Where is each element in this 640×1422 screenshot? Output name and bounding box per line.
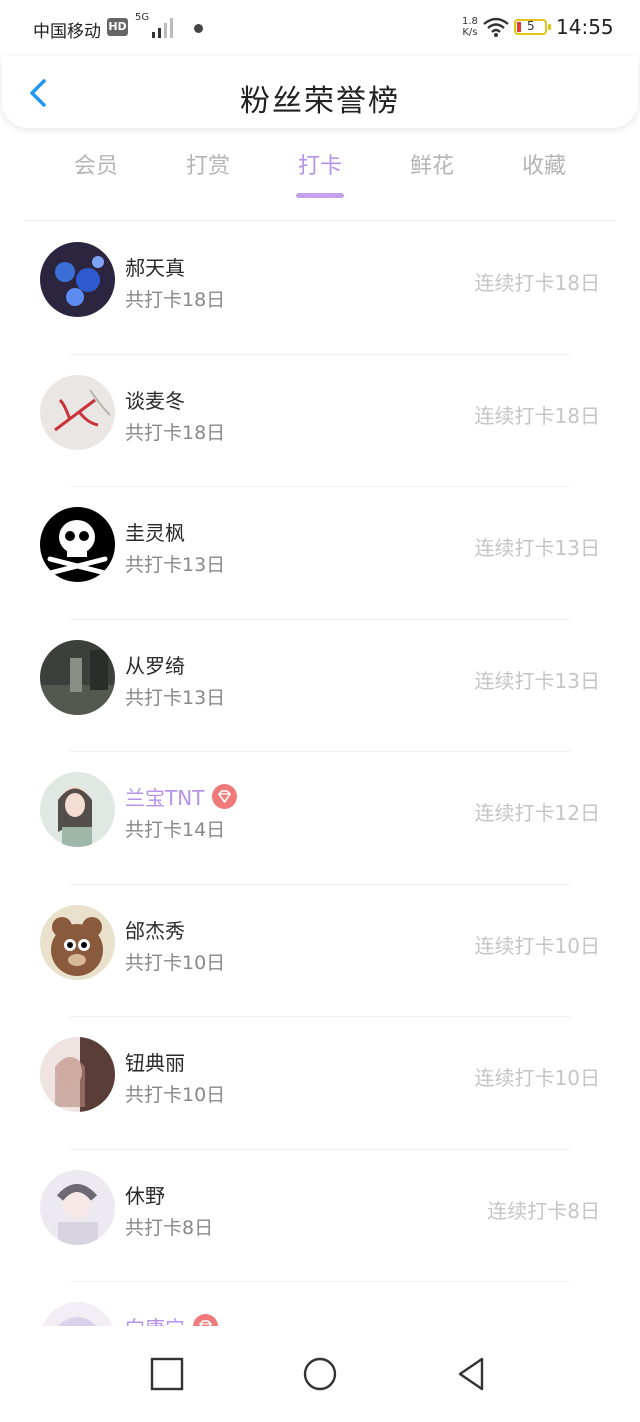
fan-name-text: 兰宝TNT: [125, 786, 205, 810]
streak-checkins: 连续打卡13日: [474, 668, 600, 693]
fan-name: 从罗绮: [125, 650, 185, 679]
fan-name: 休野: [125, 1180, 165, 1209]
list-item[interactable]: 谈麦冬共打卡18日 连续打卡18日: [0, 355, 640, 487]
streak-checkins: 连续打卡13日: [474, 536, 600, 560]
carrier-label: 中国移动: [33, 22, 101, 42]
streak-checkins: 连续打卡18日: [474, 271, 600, 295]
network-type: 5G: [135, 12, 150, 23]
tab-3[interactable]: 鲜花: [376, 146, 488, 206]
battery-icon: 5: [514, 19, 551, 35]
list-item[interactable]: 向康宁: [0, 1282, 640, 1326]
wifi-icon: [483, 17, 509, 37]
avatar[interactable]: [40, 1169, 115, 1245]
battery-level: 5: [527, 19, 535, 33]
avatar[interactable]: [40, 507, 115, 582]
list-item[interactable]: 兰宝TNT 共打卡14日 连续打卡12日: [0, 752, 640, 885]
fan-name-text: 郝天真: [125, 256, 185, 280]
tab-label: 收藏: [521, 154, 566, 179]
total-checkins: 共打卡14日: [125, 819, 226, 841]
streak-checkins: 连续打卡10日: [474, 933, 600, 958]
tab-divider: [24, 220, 616, 221]
fan-name-text: 休野: [125, 1183, 165, 1208]
avatar[interactable]: [40, 639, 115, 715]
fan-name: 圭灵枫: [125, 517, 185, 546]
tab-label: 打卡: [297, 154, 342, 179]
fan-name-text: 钮典丽: [125, 1051, 185, 1075]
diamond-badge-icon: [193, 1314, 218, 1326]
circle-icon[interactable]: [300, 1354, 340, 1394]
tab-label: 鲜花: [409, 154, 454, 179]
speed-value: 1.8: [462, 16, 478, 27]
tab-2[interactable]: 打卡: [264, 146, 376, 206]
fan-name-text: 向康宁: [125, 1316, 185, 1326]
fan-name-text: 谈麦冬: [125, 388, 185, 413]
avatar[interactable]: [40, 772, 115, 847]
speed-unit: K/s: [462, 27, 478, 38]
total-checkins: 共打卡10日: [125, 951, 226, 974]
total-checkins: 共打卡13日: [125, 554, 226, 576]
signal-icon: [152, 18, 173, 38]
avatar[interactable]: [40, 904, 115, 980]
app-header: 粉丝荣誉榜: [2, 56, 638, 128]
status-bar: 中国移动 HD 5G 1.8 K/s 5 14:55: [0, 0, 640, 56]
diamond-badge-icon: [212, 784, 238, 809]
tab-label: 打赏: [185, 154, 230, 179]
active-tab-indicator: [296, 193, 344, 198]
page-title: 粉丝荣誉榜: [240, 84, 400, 119]
fan-ranking-list[interactable]: 郝天真 共打卡18日 连续打卡18日 谈麦冬 共打卡18日 连续打卡18日 圭灵枫 共打卡13…: [0, 222, 640, 1326]
total-checkins: 共打卡10日: [125, 1084, 226, 1106]
fan-name-text: 从罗绮: [125, 653, 185, 678]
streak-checkins: 连续打卡12日: [474, 801, 600, 825]
list-item[interactable]: 邰杰秀共打卡10日 连续打卡10日: [0, 885, 640, 1017]
tab-4[interactable]: 收藏: [488, 146, 600, 206]
total-checkins: 共打卡18日: [125, 421, 226, 444]
avatar[interactable]: [40, 1037, 115, 1112]
total-checkins: 共打卡18日: [125, 289, 226, 311]
list-item[interactable]: 休野共打卡8日 连续打卡8日: [0, 1150, 640, 1282]
network-speed: 1.8 K/s: [462, 16, 478, 38]
list-item[interactable]: 从罗绮共打卡13日 连续打卡13日: [0, 620, 640, 752]
system-nav-bar: [0, 1326, 640, 1422]
fan-name: 邰杰秀: [125, 915, 185, 944]
total-checkins: 共打卡8日: [125, 1216, 214, 1239]
tab-bar: 会员 打赏 打卡 鲜花 收藏: [40, 146, 600, 206]
list-item[interactable]: 郝天真共打卡18日 连续打卡18日: [0, 222, 640, 355]
tab-1[interactable]: 打赏: [152, 146, 264, 206]
fan-name: 郝天真: [125, 252, 185, 281]
list-item[interactable]: 钮典丽共打卡10日 连续打卡10日: [0, 1017, 640, 1150]
notification-dot-icon: [194, 24, 203, 33]
clock: 14:55: [556, 15, 614, 39]
streak-checkins: 连续打卡8日: [487, 1198, 600, 1223]
avatar[interactable]: [40, 374, 115, 450]
list-item[interactable]: 圭灵枫共打卡13日 连续打卡13日: [0, 487, 640, 620]
fan-name-text: 圭灵枫: [125, 521, 185, 545]
fan-name: 钮典丽: [125, 1047, 185, 1076]
tab-0[interactable]: 会员: [40, 146, 152, 206]
streak-checkins: 连续打卡10日: [474, 1066, 600, 1090]
streak-checkins: 连续打卡18日: [474, 403, 600, 428]
fan-name: 兰宝TNT: [125, 782, 238, 811]
fan-name: 谈麦冬: [125, 385, 185, 414]
avatar[interactable]: [40, 1302, 115, 1326]
hd-badge: HD: [107, 18, 128, 36]
avatar[interactable]: [40, 242, 115, 317]
fan-name-text: 邰杰秀: [125, 918, 185, 943]
triangle-back-icon[interactable]: [452, 1354, 492, 1394]
fan-name: 向康宁: [125, 1312, 218, 1326]
square-icon[interactable]: [147, 1354, 187, 1394]
total-checkins: 共打卡13日: [125, 686, 226, 709]
tab-label: 会员: [73, 154, 118, 179]
